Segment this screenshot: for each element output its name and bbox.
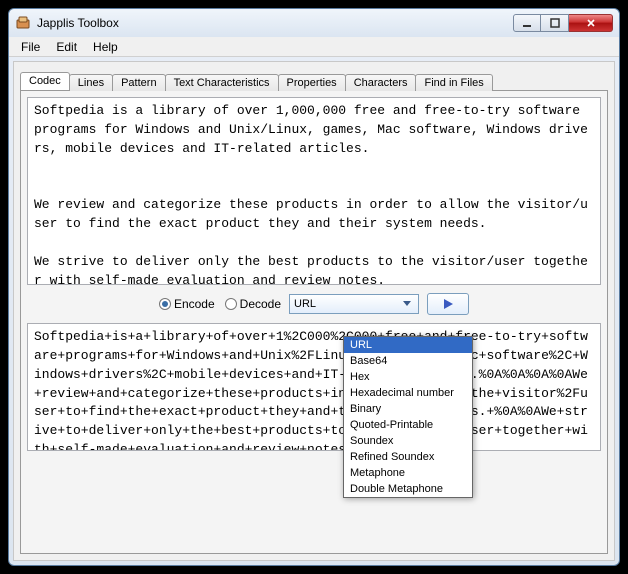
algorithm-option[interactable]: Hex bbox=[344, 369, 472, 385]
window-buttons bbox=[513, 14, 613, 32]
algorithm-option[interactable]: Double Metaphone bbox=[344, 481, 472, 497]
app-icon bbox=[15, 15, 31, 31]
radio-encode-label: Encode bbox=[174, 297, 215, 311]
minimize-button[interactable] bbox=[513, 14, 541, 32]
tab-lines[interactable]: Lines bbox=[69, 74, 113, 91]
menubar: File Edit Help bbox=[9, 37, 619, 57]
radio-encode-dot bbox=[159, 298, 171, 310]
tab-characters[interactable]: Characters bbox=[345, 74, 417, 91]
maximize-button[interactable] bbox=[541, 14, 569, 32]
tab-codec[interactable]: Codec bbox=[20, 72, 70, 90]
algorithm-option[interactable]: Base64 bbox=[344, 353, 472, 369]
window-title: Japplis Toolbox bbox=[37, 16, 513, 30]
algorithm-option[interactable]: Refined Soundex bbox=[344, 449, 472, 465]
tab-text-characteristics[interactable]: Text Characteristics bbox=[165, 74, 279, 91]
chevron-down-icon bbox=[400, 297, 414, 311]
algorithm-option[interactable]: Quoted-Printable bbox=[344, 417, 472, 433]
close-button[interactable] bbox=[569, 14, 613, 32]
menu-help[interactable]: Help bbox=[85, 38, 126, 56]
mode-radio-group: Encode Decode bbox=[159, 297, 281, 311]
client-area: Codec Lines Pattern Text Characteristics… bbox=[13, 61, 615, 561]
tabs: Codec Lines Pattern Text Characteristics… bbox=[20, 68, 608, 90]
radio-decode-label: Decode bbox=[240, 297, 281, 311]
algorithm-option[interactable]: Hexadecimal number bbox=[344, 385, 472, 401]
algorithm-option[interactable]: Metaphone bbox=[344, 465, 472, 481]
algorithm-combo[interactable]: URL bbox=[289, 294, 419, 314]
run-button[interactable] bbox=[427, 293, 469, 315]
titlebar[interactable]: Japplis Toolbox bbox=[9, 9, 619, 37]
menu-edit[interactable]: Edit bbox=[48, 38, 85, 56]
algorithm-option[interactable]: Binary bbox=[344, 401, 472, 417]
tab-properties[interactable]: Properties bbox=[278, 74, 346, 91]
algorithm-selected: URL bbox=[294, 298, 316, 310]
codec-panel: Softpedia is a library of over 1,000,000… bbox=[20, 90, 608, 554]
algorithm-option[interactable]: Soundex bbox=[344, 433, 472, 449]
input-textarea[interactable]: Softpedia is a library of over 1,000,000… bbox=[27, 97, 601, 285]
output-textarea[interactable]: Softpedia+is+a+library+of+over+1%2C000%2… bbox=[27, 323, 601, 451]
menu-file[interactable]: File bbox=[13, 38, 48, 56]
radio-decode[interactable]: Decode bbox=[225, 297, 281, 311]
algorithm-dropdown-list: URLBase64HexHexadecimal numberBinaryQuot… bbox=[343, 336, 473, 498]
app-window: Japplis Toolbox File Edit Help Codec Lin… bbox=[8, 8, 620, 566]
radio-decode-dot bbox=[225, 298, 237, 310]
radio-encode[interactable]: Encode bbox=[159, 297, 215, 311]
controls-row: Encode Decode URL bbox=[27, 291, 601, 317]
algorithm-option[interactable]: URL bbox=[344, 337, 472, 353]
tab-find-in-files[interactable]: Find in Files bbox=[415, 74, 492, 91]
tab-pattern[interactable]: Pattern bbox=[112, 74, 165, 91]
